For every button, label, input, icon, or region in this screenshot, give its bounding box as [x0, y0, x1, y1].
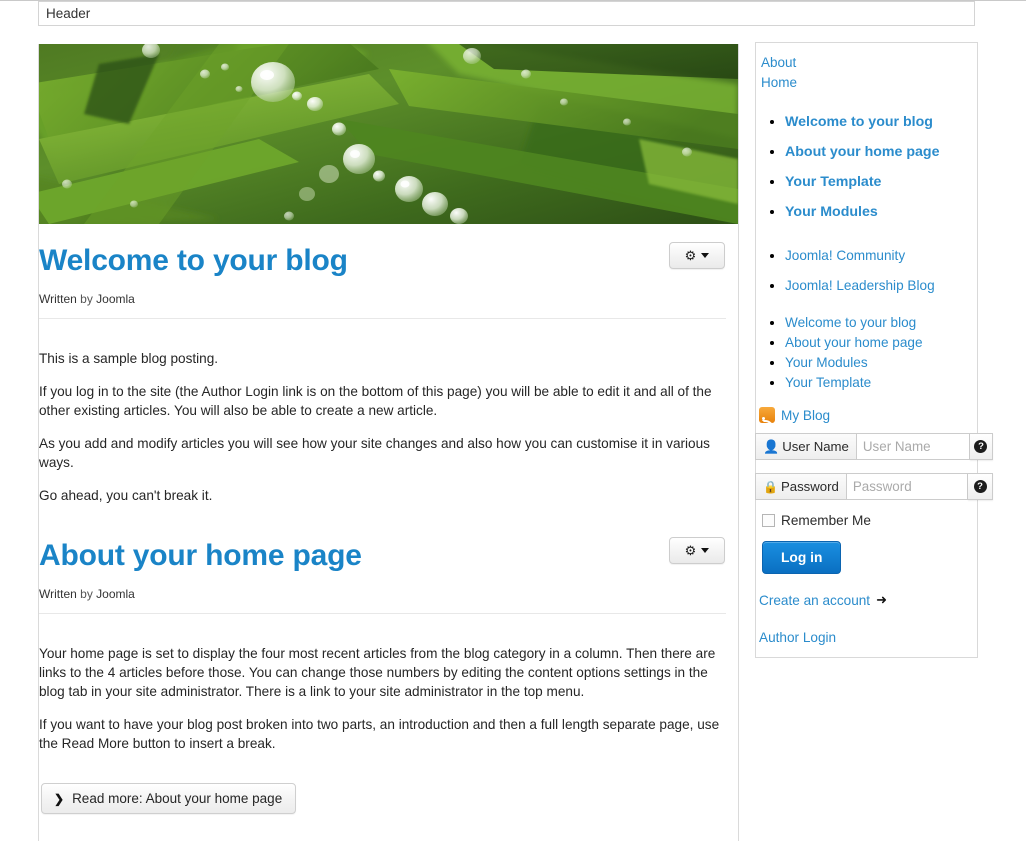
- article-your-template: ⚙ Your Template: [39, 814, 738, 841]
- menu-item[interactable]: Your Template: [785, 167, 977, 197]
- list-item[interactable]: About your home page: [785, 333, 977, 353]
- article-byline: Written by Joomla: [39, 587, 726, 601]
- username-help-button[interactable]: ?: [969, 433, 993, 460]
- menu-item[interactable]: About your home page: [785, 137, 977, 167]
- page-root: Header ⚙ Welcome to your blog Written by…: [0, 0, 1026, 841]
- article-divider: [39, 613, 726, 614]
- article-paragraph: If you log in to the site (the Author Lo…: [39, 384, 712, 418]
- username-label-text: User Name: [782, 439, 849, 454]
- lock-icon: 🔒: [763, 479, 778, 494]
- menu-item[interactable]: Joomla! Leadership Blog: [785, 271, 977, 301]
- read-more-label: Read more: About your home page: [72, 791, 283, 806]
- read-more-button[interactable]: ❯ Read more: About your home page: [41, 783, 297, 814]
- sidebar-recent-links: Welcome to your blog About your home pag…: [756, 313, 977, 393]
- list-item[interactable]: Your Modules: [785, 353, 977, 373]
- header-label: Header: [46, 6, 91, 21]
- recent-link-welcome-to-your-blog[interactable]: Welcome to your blog: [785, 315, 916, 330]
- password-input[interactable]: [845, 473, 969, 500]
- byline-author: Joomla: [96, 292, 135, 306]
- question-mark-icon: ?: [974, 440, 988, 453]
- feed-row[interactable]: My Blog: [759, 407, 977, 423]
- question-mark-icon: ?: [973, 480, 987, 493]
- byline-author: Joomla: [96, 587, 135, 601]
- byline-written: Written: [39, 587, 77, 601]
- sidebar-link-about[interactable]: About: [756, 53, 977, 73]
- sidebar-main-menu: Welcome to your blog About your home pag…: [756, 107, 977, 227]
- remember-me-checkbox[interactable]: [762, 514, 775, 527]
- password-group: 🔒 Password ?: [755, 473, 993, 500]
- article-header: ⚙ Welcome to your blog Written by Joomla: [39, 224, 726, 319]
- gear-icon: ⚙: [684, 543, 697, 558]
- menu-link-about-your-home-page[interactable]: About your home page: [785, 144, 940, 160]
- password-label-text: Password: [780, 479, 839, 494]
- menu-link-your-modules[interactable]: Your Modules: [785, 204, 878, 220]
- list-item[interactable]: Your Template: [785, 373, 977, 393]
- menu-link-joomla-leadership-blog[interactable]: Joomla! Leadership Blog: [785, 278, 935, 293]
- create-account-label: Create an account: [759, 592, 871, 608]
- recent-link-your-template[interactable]: Your Template: [785, 375, 871, 390]
- article-title: About your home page: [39, 539, 362, 572]
- menu-link-your-template[interactable]: Your Template: [785, 174, 881, 190]
- sidebar: About Home Welcome to your blog About yo…: [755, 42, 993, 658]
- rss-icon: [759, 407, 775, 423]
- header-bar[interactable]: Header: [38, 1, 975, 26]
- feed-label[interactable]: My Blog: [781, 408, 830, 423]
- chevron-down-icon: [701, 548, 710, 553]
- article-byline: Written by Joomla: [39, 292, 726, 306]
- gear-icon: ⚙: [684, 248, 697, 263]
- article-paragraph: Go ahead, you can't break it.: [39, 488, 213, 503]
- main-content-column: ⚙ Welcome to your blog Written by Joomla…: [38, 44, 739, 841]
- sidebar-external-links: Joomla! Community Joomla! Leadership Blo…: [756, 241, 977, 301]
- byline-written: Written: [39, 292, 77, 306]
- remember-me-label: Remember Me: [781, 513, 871, 528]
- password-help-button[interactable]: ?: [968, 473, 993, 500]
- hero-image: [39, 44, 738, 224]
- article-body: This is a sample blog posting. If you lo…: [39, 319, 726, 505]
- article-header: ⚙ About your home page Written by Joomla: [39, 519, 726, 614]
- create-account-link[interactable]: Create an account ➜: [759, 592, 977, 608]
- username-label: 👤 User Name: [755, 433, 856, 460]
- login-form: 👤 User Name ? 🔒 Password ?: [755, 433, 993, 645]
- menu-link-welcome-to-your-blog[interactable]: Welcome to your blog: [785, 114, 933, 130]
- article-welcome: ⚙ Welcome to your blog Written by Joomla…: [39, 224, 738, 505]
- author-login-link[interactable]: Author Login: [759, 630, 977, 645]
- login-button[interactable]: Log in: [762, 541, 842, 574]
- list-item[interactable]: Welcome to your blog: [785, 313, 977, 333]
- recent-link-about-your-home-page[interactable]: About your home page: [785, 335, 923, 350]
- article-divider: [39, 318, 726, 319]
- menu-item[interactable]: Joomla! Community: [785, 241, 977, 271]
- article-options-button[interactable]: ⚙: [669, 242, 725, 269]
- article-paragraph: This is a sample blog posting.: [39, 351, 219, 366]
- article-paragraph: Your home page is set to display the fou…: [39, 646, 716, 699]
- byline-by: by: [80, 587, 93, 601]
- menu-link-joomla-community[interactable]: Joomla! Community: [785, 248, 905, 263]
- username-group: 👤 User Name ?: [755, 433, 993, 460]
- byline-by: by: [80, 292, 93, 306]
- password-label: 🔒 Password: [755, 473, 846, 500]
- article-paragraph: If you want to have your blog post broke…: [39, 717, 720, 751]
- user-icon: 👤: [763, 438, 780, 454]
- remember-me-row[interactable]: Remember Me: [762, 513, 977, 528]
- article-header: ⚙ Your Template: [39, 828, 726, 841]
- article-paragraph: As you add and modify articles you will …: [39, 436, 710, 470]
- arrow-right-icon: ➜: [876, 592, 887, 607]
- sidebar-link-home[interactable]: Home: [756, 73, 977, 93]
- article-title: Welcome to your blog: [39, 244, 348, 277]
- chevron-down-icon: [701, 253, 710, 258]
- article-options-button[interactable]: ⚙: [669, 537, 725, 564]
- username-input[interactable]: [855, 433, 970, 460]
- chevron-right-icon: ❯: [54, 791, 65, 806]
- grass-droplets-photo: [39, 44, 738, 224]
- menu-item[interactable]: Welcome to your blog: [785, 107, 977, 137]
- article-body: Your home page is set to display the fou…: [39, 614, 726, 814]
- article-about-home-page: ⚙ About your home page Written by Joomla…: [39, 505, 738, 814]
- menu-item[interactable]: Your Modules: [785, 197, 977, 227]
- recent-link-your-modules[interactable]: Your Modules: [785, 355, 868, 370]
